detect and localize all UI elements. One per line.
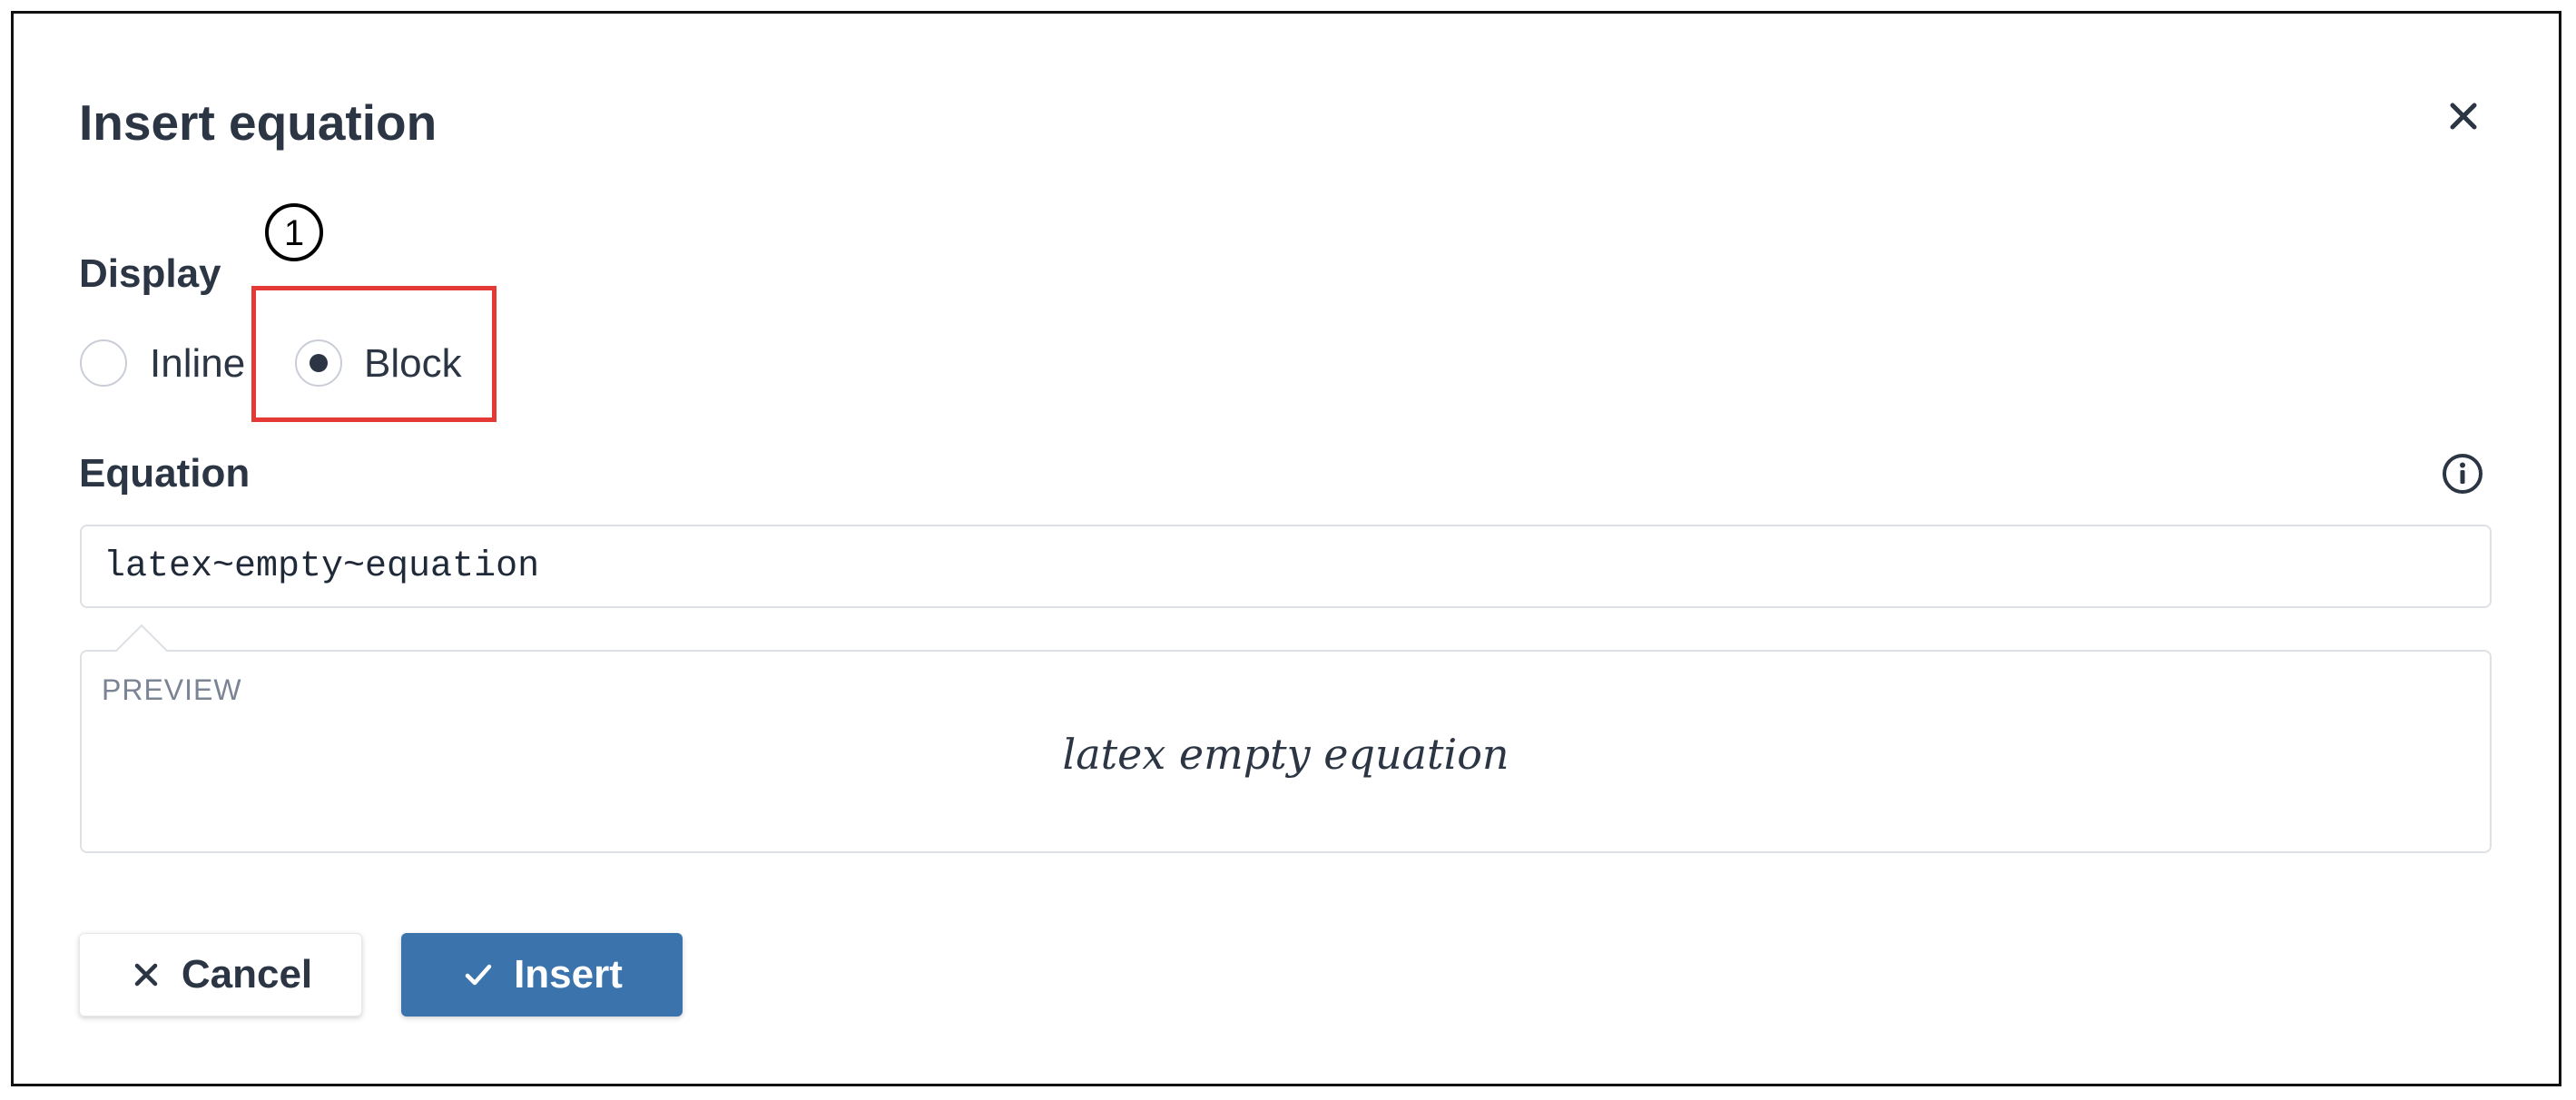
annotation-step-number: 1 bbox=[284, 213, 304, 253]
radio-inline[interactable] bbox=[80, 339, 127, 387]
dialog-title: Insert equation bbox=[79, 94, 438, 151]
preview-rendered-equation: latex empty equation bbox=[1062, 730, 1509, 779]
annotation-step-marker: 1 bbox=[263, 201, 325, 263]
close-icon bbox=[134, 963, 158, 987]
equation-input[interactable]: latex~empty~equation bbox=[80, 525, 2492, 608]
insert-button-label: Insert bbox=[514, 952, 623, 997]
annotation-highlight-box bbox=[251, 286, 497, 422]
info-icon[interactable] bbox=[2441, 452, 2484, 496]
close-icon bbox=[2450, 103, 2477, 130]
equation-label: Equation bbox=[79, 451, 251, 496]
check-icon bbox=[465, 964, 492, 986]
cancel-button-label: Cancel bbox=[181, 952, 313, 997]
preview-panel: PREVIEW latex empty equation bbox=[80, 650, 2492, 853]
display-label: Display bbox=[79, 251, 221, 296]
radio-inline-label[interactable]: Inline bbox=[150, 339, 245, 389]
close-button[interactable] bbox=[2441, 93, 2486, 139]
insert-button[interactable]: Insert bbox=[401, 933, 683, 1017]
cancel-button[interactable]: Cancel bbox=[79, 933, 362, 1017]
preview-label: PREVIEW bbox=[102, 673, 242, 706]
